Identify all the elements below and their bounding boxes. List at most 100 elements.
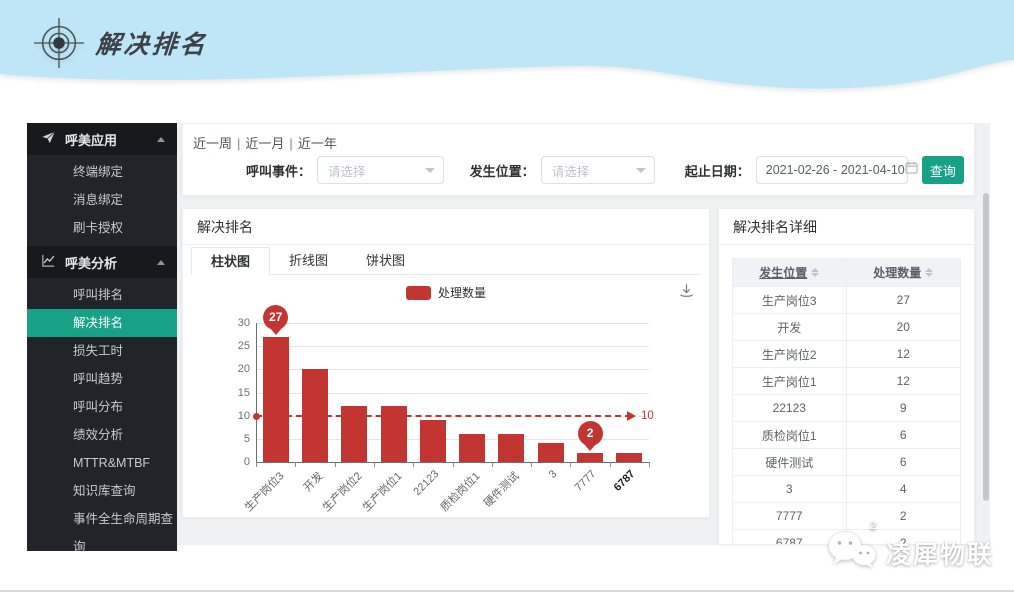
cell-count: 20 <box>847 314 961 340</box>
sidebar-section-label: 呼美应用 <box>65 130 117 149</box>
sidebar-item-呼叫排名[interactable]: 呼叫排名 <box>27 281 177 309</box>
y-tick-label: 5 <box>200 433 250 445</box>
chart-legend[interactable]: 处理数量 <box>183 284 709 301</box>
y-tick-label: 20 <box>200 363 250 375</box>
cell-location: 生产岗位3 <box>733 287 847 313</box>
page: 解决排名 呼美应用终端绑定消息绑定刷卡授权呼美分析呼叫排名解决排名损失工时呼叫趋… <box>0 0 1014 597</box>
bar-质检岗位1 <box>459 434 485 462</box>
sidebar-section-header[interactable]: 呼美分析 <box>27 246 177 278</box>
separator: | <box>289 136 292 151</box>
filter-row: 呼叫事件： 请选择 发生位置： 请选择 起止日期： 2021-02-26 - 2… <box>193 156 964 184</box>
calendar-icon <box>905 161 918 179</box>
sidebar-group: 终端绑定消息绑定刷卡授权 <box>27 155 177 246</box>
table-row: 生产岗位112 <box>733 368 960 395</box>
x-axis-tick <box>649 462 650 467</box>
tab-柱状图[interactable]: 柱状图 <box>191 247 270 275</box>
cell-count: 27 <box>847 287 961 313</box>
search-button[interactable]: 查询 <box>922 156 964 184</box>
line-chart-icon <box>41 253 56 271</box>
sort-icon[interactable] <box>925 268 933 277</box>
paper-plane-icon <box>41 130 56 148</box>
page-title: 解决排名 <box>95 25 210 61</box>
event-select[interactable]: 请选择 <box>317 156 444 184</box>
legend-swatch <box>406 286 431 300</box>
location-select[interactable]: 请选择 <box>541 156 655 184</box>
download-icon[interactable] <box>678 282 695 304</box>
sidebar-item-事件全生命周期查询[interactable]: 事件全生命周期查询 <box>27 505 177 533</box>
table-row: 开发20 <box>733 314 960 341</box>
quick-ranges: 近一周|近一月|近一年 <box>193 133 337 152</box>
sort-icon[interactable] <box>811 268 819 277</box>
chart-panel: 解决排名 柱状图折线图饼状图 处理数量 051015202530生产岗位3开发生… <box>182 208 710 518</box>
collapse-caret-icon[interactable] <box>157 260 165 265</box>
column-header-处理数量[interactable]: 处理数量 <box>847 259 961 286</box>
sort-desc-icon <box>925 273 933 277</box>
chart-panel-title: 解决排名 <box>183 209 709 245</box>
crosshair-icon <box>34 18 84 68</box>
sidebar-item-终端绑定[interactable]: 终端绑定 <box>27 158 177 186</box>
vertical-scrollbar[interactable] <box>983 193 989 501</box>
cell-count: 6 <box>847 449 961 475</box>
detail-panel: 解决排名详细 发生位置 处理数量生产岗位327开发20生产岗位212生产岗位112… <box>718 208 975 545</box>
tab-折线图[interactable]: 折线图 <box>270 247 347 275</box>
date-range-input[interactable]: 2021-02-26 - 2021-04-10 <box>756 156 908 184</box>
x-axis-tick <box>413 462 414 467</box>
sidebar-item-MTTR&MTBF[interactable]: MTTR&MTBF <box>27 449 177 477</box>
sidebar-section-label: 呼美分析 <box>65 253 117 272</box>
bar-3 <box>538 443 564 462</box>
table-header-row: 发生位置 处理数量 <box>733 259 960 287</box>
table-row: 硬件测试6 <box>733 449 960 476</box>
reference-line-dot <box>253 413 260 420</box>
x-axis-tick <box>531 462 532 467</box>
detail-panel-title: 解决排名详细 <box>719 209 974 245</box>
watermark-sup: 2 <box>870 520 876 532</box>
sidebar-item-呼叫趋势[interactable]: 呼叫趋势 <box>27 365 177 393</box>
sidebar-section-header[interactable]: 呼美应用 <box>27 123 177 155</box>
table-row: 34 <box>733 476 960 503</box>
table-row: 77772 <box>733 503 960 530</box>
detail-table: 发生位置处理数量生产岗位327开发20生产岗位212生产岗位112221239质… <box>732 258 961 545</box>
x-axis-tick <box>492 462 493 467</box>
sidebar-item-绩效分析[interactable]: 绩效分析 <box>27 421 177 449</box>
sidebar: 呼美应用终端绑定消息绑定刷卡授权呼美分析呼叫排名解决排名损失工时呼叫趋势呼叫分布… <box>27 123 177 551</box>
cell-location: 硬件测试 <box>733 449 847 475</box>
bar-生产岗位3 <box>263 337 289 462</box>
sidebar-item-刷卡授权[interactable]: 刷卡授权 <box>27 214 177 242</box>
event-select-placeholder: 请选择 <box>328 161 425 180</box>
collapse-caret-icon[interactable] <box>157 137 165 142</box>
sort-desc-icon <box>811 273 819 277</box>
quick-range-link[interactable]: 近一周 <box>193 136 232 151</box>
cell-location: 22123 <box>733 395 847 421</box>
marker-pin: 27 <box>263 305 288 330</box>
cell-count: 12 <box>847 341 961 367</box>
y-tick-label: 30 <box>200 317 250 329</box>
gridline <box>256 346 649 347</box>
quick-range-link[interactable]: 近一年 <box>298 136 337 151</box>
app-frame: 呼美应用终端绑定消息绑定刷卡授权呼美分析呼叫排名解决排名损失工时呼叫趋势呼叫分布… <box>27 123 990 551</box>
bar-6787 <box>616 453 642 462</box>
sidebar-item-解决排名[interactable]: 解决排名 <box>27 309 177 337</box>
x-axis-tick <box>374 462 375 467</box>
wechat-logo-icon: 2 <box>826 528 878 577</box>
column-header-label: 处理数量 <box>873 264 921 281</box>
main-content: 近一周|近一月|近一年 呼叫事件： 请选择 发生位置： 请选择 起止日期： 20… <box>177 123 990 545</box>
cell-location: 生产岗位2 <box>733 341 847 367</box>
marker-pin-tail <box>270 328 282 335</box>
sidebar-item-消息绑定[interactable]: 消息绑定 <box>27 186 177 214</box>
y-tick-label: 10 <box>200 410 250 422</box>
table-row: 质检岗位16 <box>733 422 960 449</box>
cell-count: 6 <box>847 422 961 448</box>
event-label: 呼叫事件： <box>246 161 311 180</box>
page-header: 解决排名 <box>0 0 1014 110</box>
tab-饼状图[interactable]: 饼状图 <box>347 247 424 275</box>
column-header-发生位置[interactable]: 发生位置 <box>733 259 847 286</box>
sort-asc-icon <box>811 268 819 272</box>
reference-line <box>256 415 631 417</box>
sidebar-item-损失工时[interactable]: 损失工时 <box>27 337 177 365</box>
marker-pin: 2 <box>578 421 603 446</box>
quick-range-link[interactable]: 近一月 <box>245 136 284 151</box>
x-axis-tick <box>256 462 257 467</box>
sidebar-item-呼叫分布[interactable]: 呼叫分布 <box>27 393 177 421</box>
sidebar-item-知识库查询[interactable]: 知识库查询 <box>27 477 177 505</box>
watermark: 2 凌犀物联 <box>826 528 994 577</box>
